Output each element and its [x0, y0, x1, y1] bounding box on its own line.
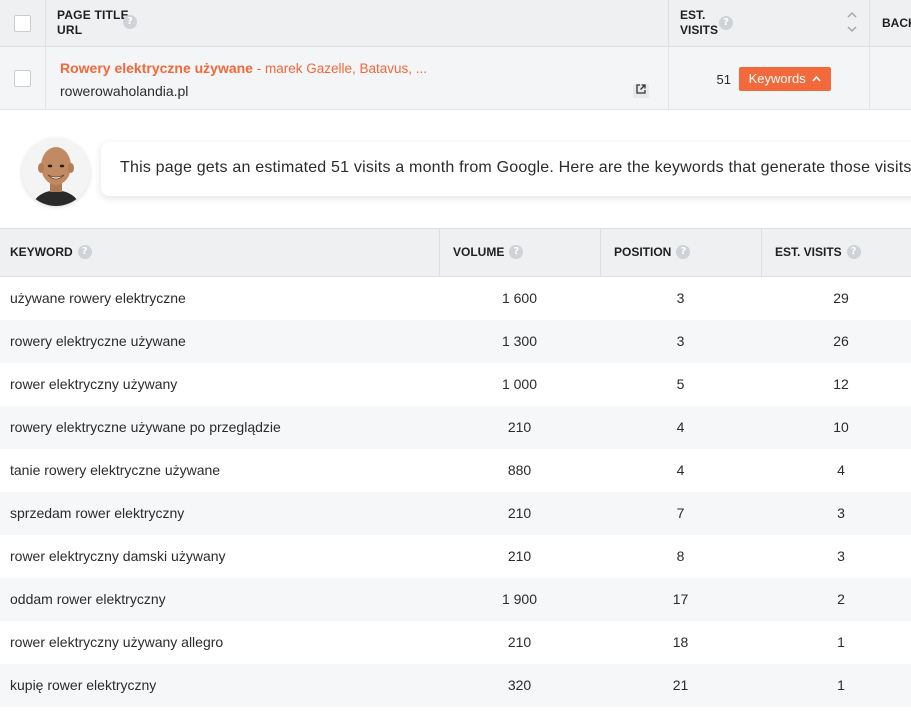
- position-cell: 7: [676, 505, 685, 521]
- est-visits-column-header[interactable]: EST. VISITS ?: [668, 0, 870, 46]
- est-visits-cell: 1: [837, 677, 845, 693]
- volume-column-label: VOLUME: [453, 245, 505, 259]
- table-row: rower elektryczny damski używany 210 8 3: [0, 535, 911, 578]
- position-column-header[interactable]: POSITION?: [600, 229, 761, 276]
- position-cell: 4: [676, 419, 685, 435]
- select-all-checkbox[interactable]: [14, 15, 31, 32]
- position-cell: 5: [676, 376, 685, 392]
- volume-cell: 880: [507, 462, 532, 478]
- help-icon[interactable]: ?: [719, 16, 733, 30]
- est-visits-column-header[interactable]: EST. VISITS?: [761, 229, 911, 276]
- backlinks-column-header[interactable]: BACK: [882, 16, 911, 30]
- chevron-up-icon: [812, 75, 821, 82]
- assistant-message-text: This page gets an estimated 51 visits a …: [120, 159, 911, 176]
- table-row: używane rowery elektryczne 1 600 3 29: [0, 277, 911, 320]
- volume-cell: 210: [507, 419, 532, 435]
- volume-column-header[interactable]: VOLUME?: [439, 229, 600, 276]
- est-visits-cell: 29: [833, 290, 849, 306]
- est-visits-cell: 3: [837, 505, 845, 521]
- est-visits-cell: 12: [833, 376, 849, 392]
- volume-cell: 1 000: [501, 376, 538, 392]
- sort-arrows-svg: [847, 11, 857, 33]
- sort-arrows-icon[interactable]: [845, 8, 859, 36]
- volume-cell: 1 600: [501, 290, 538, 306]
- keyword-cell: tanie rowery elektryczne używane: [10, 462, 221, 478]
- assistant-speech-bubble: This page gets an estimated 51 visits a …: [101, 142, 911, 196]
- keywords-table-body: używane rowery elektryczne 1 600 3 29 ro…: [0, 277, 911, 707]
- keyword-cell: rower elektryczny używany: [10, 376, 178, 392]
- position-column-label: POSITION: [614, 245, 672, 259]
- position-cell: 21: [672, 677, 689, 693]
- keyword-cell: rower elektryczny używany allegro: [10, 634, 224, 650]
- keyword-cell: rowery elektryczne używane po przeglądzi…: [10, 419, 281, 435]
- est-visits-cell: 26: [833, 333, 849, 349]
- est-visits-column-label: EST. VISITS: [775, 245, 842, 259]
- position-cell: 17: [672, 591, 689, 607]
- result-row: Rowery elektryczne używane - marek Gazel…: [0, 47, 911, 110]
- help-icon[interactable]: ?: [676, 244, 691, 259]
- row-select-cell: [0, 47, 46, 109]
- table-row: tanie rowery elektryczne używane 880 4 4: [0, 449, 911, 492]
- position-cell: 3: [676, 290, 685, 306]
- volume-cell: 210: [507, 634, 532, 650]
- table-row: rower elektryczny używany 1 000 5 12: [0, 363, 911, 406]
- position-cell: 8: [676, 548, 685, 564]
- page-title-link[interactable]: Rowery elektryczne używane - marek Gazel…: [60, 60, 427, 76]
- results-table-header: PAGE TITLE URL ? EST. VISITS ? BACK: [0, 0, 911, 47]
- external-link-icon[interactable]: [633, 84, 649, 98]
- page-url: rowerowaholandia.pl: [60, 83, 189, 99]
- est-visits-label-line2: VISITS: [680, 23, 719, 37]
- page-title: Rowery elektryczne używane: [60, 60, 253, 76]
- keyword-cell: rower elektryczny damski używany: [10, 548, 226, 564]
- volume-cell: 210: [507, 548, 532, 564]
- keywords-table: KEYWORD? VOLUME? POSITION? EST. VISITS? …: [0, 228, 911, 707]
- table-row: rower elektryczny używany allegro 210 18…: [0, 621, 911, 664]
- help-icon[interactable]: ?: [77, 244, 92, 259]
- assistant-avatar: [22, 138, 90, 206]
- keyword-cell: kupię rower elektryczny: [10, 677, 157, 693]
- url-column-label: URL: [57, 23, 83, 37]
- est-visits-cell: 3: [837, 548, 845, 564]
- est-visits-cell: 1: [837, 634, 845, 650]
- volume-cell: 210: [507, 505, 532, 521]
- est-visits-cell: 4: [837, 462, 845, 478]
- header-select-cell: [0, 0, 46, 46]
- position-cell: 18: [672, 634, 689, 650]
- est-visits-cell: 2: [837, 591, 845, 607]
- volume-cell: 1 300: [501, 333, 538, 349]
- keyword-cell: oddam rower elektryczny: [10, 591, 166, 607]
- keyword-column-header[interactable]: KEYWORD?: [10, 229, 92, 276]
- row-visits-cell: 51 Keywords: [668, 47, 870, 109]
- help-icon[interactable]: ?: [123, 15, 137, 29]
- page-title-column-label: PAGE TITLE: [57, 8, 129, 22]
- help-icon[interactable]: ?: [509, 244, 524, 259]
- volume-cell: 1 900: [501, 591, 538, 607]
- table-row: kupię rower elektryczny 320 21 1: [0, 664, 911, 707]
- table-row: rowery elektryczne używane po przeglądzi…: [0, 406, 911, 449]
- assistant-message-panel: This page gets an estimated 51 visits a …: [0, 110, 911, 228]
- keywords-button-label: Keywords: [748, 71, 806, 86]
- keywords-table-header: KEYWORD? VOLUME? POSITION? EST. VISITS?: [0, 228, 911, 277]
- position-cell: 4: [676, 462, 685, 478]
- table-row: sprzedam rower elektryczny 210 7 3: [0, 492, 911, 535]
- volume-cell: 320: [507, 677, 532, 693]
- avatar-portrait-image: [22, 138, 90, 206]
- est-visits-cell: 10: [833, 419, 849, 435]
- help-icon[interactable]: ?: [846, 244, 861, 259]
- keyword-cell: sprzedam rower elektryczny: [10, 505, 185, 521]
- page-title-suffix: - marek Gazelle, Batavus, ...: [252, 61, 428, 76]
- external-link-svg: [636, 84, 646, 94]
- page-title-column-header[interactable]: PAGE TITLE URL ?: [57, 8, 137, 38]
- keyword-cell: używane rowery elektryczne: [10, 290, 186, 306]
- keywords-toggle-button[interactable]: Keywords: [739, 67, 831, 91]
- est-visits-label-line1: EST.: [680, 8, 706, 22]
- row-checkbox[interactable]: [14, 70, 31, 87]
- position-cell: 3: [676, 333, 685, 349]
- table-row: oddam rower elektryczny 1 900 17 2: [0, 578, 911, 621]
- keyword-cell: rowery elektryczne używane: [10, 333, 186, 349]
- table-row: rowery elektryczne używane 1 300 3 26: [0, 320, 911, 363]
- keyword-column-label: KEYWORD: [10, 245, 73, 259]
- est-visits-value: 51: [716, 72, 731, 87]
